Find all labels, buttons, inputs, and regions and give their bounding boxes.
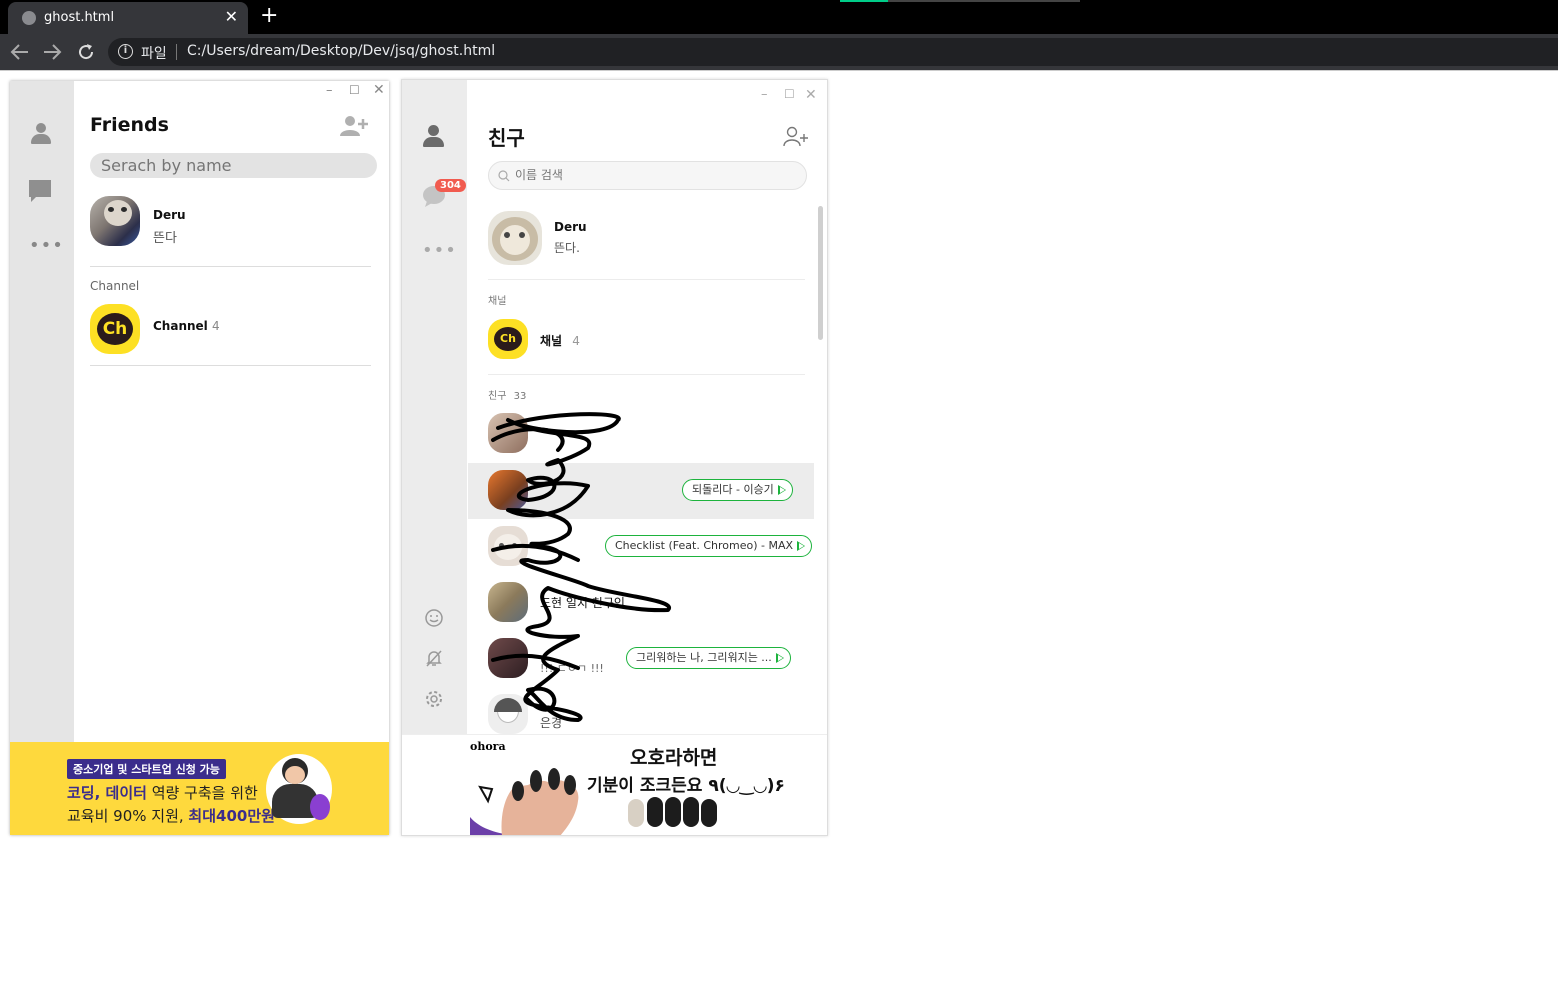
ad-badge: 중소기업 및 스타트업 신청 가능: [67, 759, 226, 779]
minimize-icon[interactable]: –: [326, 83, 333, 98]
search-field[interactable]: [488, 161, 807, 190]
window-indicator-track: [888, 0, 1080, 2]
close-icon[interactable]: ✕: [805, 87, 817, 103]
page-title: Friends: [90, 114, 169, 136]
browser-tab-bar: ghost.html ✕ +: [0, 0, 1558, 34]
divider: [488, 279, 805, 280]
divider: [488, 374, 805, 375]
tab-close-icon[interactable]: ✕: [225, 7, 238, 26]
ad-illustration: [266, 754, 332, 824]
address-bar[interactable]: i 파일 C:/Users/dream/Desktop/Dev/jsq/ghos…: [108, 38, 1558, 66]
profile-name[interactable]: Deru: [554, 220, 587, 234]
ad-nail-tips: [628, 797, 717, 827]
person-icon[interactable]: [30, 123, 52, 145]
forward-icon[interactable]: [42, 43, 62, 61]
sidebar: 304 •••: [402, 80, 467, 734]
friends-window-en: ••• – ☐ ✕ Friends Deru 뜬다 Channel Ch Cha…: [10, 81, 389, 835]
emoticon-icon[interactable]: [424, 608, 444, 628]
search-icon: [498, 170, 510, 182]
profile-status: 뜬다: [153, 231, 177, 246]
person-icon[interactable]: [423, 125, 445, 147]
globe-icon: [22, 11, 36, 25]
search-input[interactable]: [515, 165, 795, 185]
add-friend-icon[interactable]: [340, 114, 370, 138]
window-indicator: [840, 0, 888, 2]
channel-row[interactable]: Channel 4: [153, 319, 220, 333]
avatar[interactable]: [90, 196, 140, 246]
add-friend-icon[interactable]: [783, 126, 809, 148]
url-text[interactable]: C:/Users/dream/Desktop/Dev/jsq/ghost.htm…: [187, 43, 495, 59]
divider: [90, 266, 371, 267]
profile-status: 뜬다.: [554, 241, 580, 255]
scrollbar-thumb[interactable]: [818, 206, 823, 340]
channel-name: Channel: [153, 319, 208, 333]
back-icon[interactable]: [10, 43, 30, 61]
maximize-icon[interactable]: ☐: [784, 87, 795, 101]
more-icon[interactable]: •••: [422, 240, 457, 261]
ad-banner[interactable]: 중소기업 및 스타트업 신청 가능 코딩, 데이터 역량 구축을 위한 교육비 …: [10, 742, 389, 835]
ad-nails-illustration: [470, 768, 579, 835]
divider: [90, 365, 371, 366]
channel-logo-icon[interactable]: Ch: [90, 304, 140, 354]
redaction-scribble: [491, 412, 672, 722]
divider: [176, 44, 177, 60]
ad-brand: ohora: [470, 740, 506, 753]
section-label-channel: Channel: [90, 279, 140, 293]
reload-icon[interactable]: [76, 42, 96, 62]
play-icon: [777, 485, 786, 495]
page-title: 친구: [488, 126, 525, 150]
maximize-icon[interactable]: ☐: [349, 83, 360, 97]
url-scheme-label: 파일: [141, 46, 167, 62]
minimize-icon[interactable]: –: [761, 87, 768, 102]
play-icon: [775, 653, 784, 663]
channel-count: 4: [572, 334, 580, 348]
ad-line2: 교육비 90% 지원, 최대400만원: [67, 807, 275, 825]
channel-logo-icon[interactable]: Ch: [488, 319, 528, 359]
tab-title: ghost.html: [44, 10, 115, 25]
new-tab-button[interactable]: +: [260, 3, 278, 28]
ad-line2: 기분이 조크든요 ٩(◡‿◡)۶: [587, 776, 785, 796]
browser-toolbar: i 파일 C:/Users/dream/Desktop/Dev/jsq/ghos…: [0, 34, 1558, 70]
sidebar: •••: [10, 81, 74, 742]
channel-count: 4: [211, 319, 220, 333]
ad-line1: 오호라하면: [630, 747, 718, 769]
close-icon[interactable]: ✕: [373, 82, 385, 98]
play-icon: [797, 541, 806, 551]
notification-off-icon[interactable]: [424, 648, 444, 668]
settings-gear-icon[interactable]: [424, 689, 444, 709]
ad-banner[interactable]: ohora 오호라하면 기분이 조크든요 ٩(◡‿◡)۶: [402, 734, 827, 835]
friends-window-ko: 304 ••• – ☐ ✕ 친구 이름 검색 Deru 뜬다. 채널 Ch 채널…: [401, 79, 828, 836]
chat-icon[interactable]: [27, 178, 53, 204]
ad-line1: 코딩, 데이터 역량 구축을 위한: [67, 784, 258, 802]
divider: [0, 70, 1558, 71]
avatar[interactable]: [488, 211, 542, 265]
channel-name: 채널: [540, 334, 563, 348]
browser-tab[interactable]: ghost.html ✕: [8, 2, 248, 34]
unread-badge: 304: [435, 179, 466, 192]
info-icon[interactable]: i: [118, 44, 133, 59]
search-input[interactable]: [90, 153, 377, 178]
section-label-channel: 채널: [488, 296, 507, 307]
profile-name[interactable]: Deru: [153, 208, 186, 222]
channel-row[interactable]: 채널 4: [540, 332, 580, 349]
more-icon[interactable]: •••: [29, 235, 64, 256]
